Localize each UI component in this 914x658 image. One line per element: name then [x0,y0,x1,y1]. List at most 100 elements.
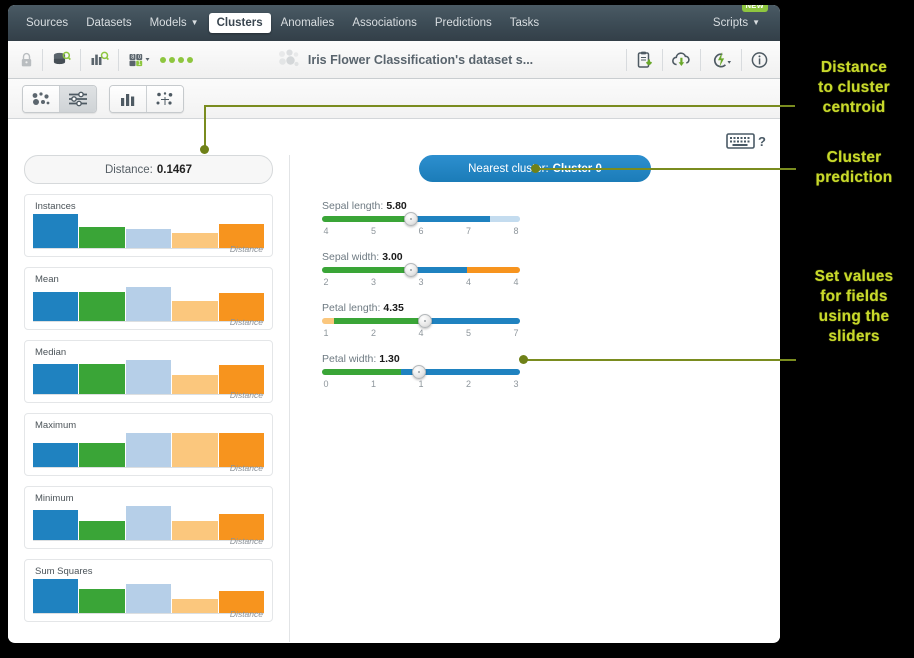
annotation-leader-distance-vertical [204,105,206,150]
card-title: Instances [35,201,76,212]
svg-text:8: 8 [131,55,134,61]
annotation-cluster-prediction: Cluster prediction [800,148,908,188]
slider-ticks: 1 2 4 5 7 [322,328,520,342]
slider-label-row: Sepal length: 5.80 [322,200,760,212]
cluster-scatter-view-button[interactable] [23,85,59,112]
flash-actions-icon[interactable] [710,51,732,69]
slider-thumb[interactable] [417,314,432,328]
card-axis-label: Distance [229,244,263,254]
help-question-mark: ? [758,133,766,149]
bar [125,506,172,540]
resource-title-group: Iris Flower Classification's dataset s..… [193,49,617,71]
slider-thumb[interactable] [404,212,419,226]
nav-label: Scripts [712,17,749,29]
slider-tick: 1 [418,379,424,389]
cluster-config-icon[interactable]: 8 0 1 [128,51,152,68]
dataset-search-icon[interactable] [52,51,71,68]
keyboard-shortcuts-help[interactable]: ? [726,131,766,151]
application-window: Sources Datasets Models ▼ Clusters Anomal… [8,5,780,643]
cluster-points-view-button[interactable] [146,85,183,112]
summary-left-panel: Distance: 0.1467 Instances Distance Mean… [8,155,290,642]
clipboard-download-icon[interactable] [636,51,653,69]
cluster-sliders-view-button[interactable]: BETA [59,85,96,112]
slider-tick: 3 [513,379,519,389]
card-title: Median [35,347,67,358]
cluster-histogram-view-button[interactable] [110,85,146,112]
nav-item-predictions[interactable]: Predictions [427,13,500,33]
metric-card-mean[interactable]: Mean Distance [24,267,273,330]
slider-track[interactable] [322,263,520,277]
slider-track[interactable] [322,365,520,379]
slider-track[interactable] [322,212,520,226]
card-title: Sum Squares [35,566,93,577]
nav-label: Sources [26,17,69,29]
status-dot [169,56,175,63]
bar [172,521,218,540]
nav-item-associations[interactable]: Associations [344,13,425,33]
nav-item-tasks[interactable]: Tasks [502,13,547,33]
annotation-dot-prediction [531,164,540,173]
metric-card-median[interactable]: Median Distance [24,340,273,403]
toolbar-divider [700,48,701,71]
info-icon[interactable] [751,51,768,69]
slider-thumb[interactable] [412,365,427,379]
slider-thumb[interactable] [404,263,419,277]
slider-tick: 5 [466,328,472,338]
annotation-dot-sliders [519,355,528,364]
main-navbar: Sources Datasets Models ▼ Clusters Anomal… [8,5,780,41]
bar [79,226,125,248]
bar [79,520,125,540]
cloud-download-icon[interactable] [672,51,691,69]
slider-segment [421,318,520,324]
annotation-line: for fields [820,288,888,305]
resource-title: Iris Flower Classification's dataset s..… [307,52,534,67]
annotation-line: Set values [814,268,894,285]
screenshot-root: Sources Datasets Models ▼ Clusters Anomal… [0,0,914,658]
toolbar-divider [741,48,742,71]
metric-card-maximum[interactable]: Maximum Distance [24,413,273,476]
annotation-leader-prediction [536,168,796,170]
model-search-icon[interactable] [90,51,109,68]
chevron-down-icon: ▼ [752,18,760,28]
bar [125,583,172,613]
status-dot [178,56,184,63]
slider-label: Sepal length: [322,200,384,212]
metric-card-instances[interactable]: Instances Distance [24,194,273,257]
metric-card-sum-squares[interactable]: Sum Squares Distance [24,559,273,622]
bar [79,292,125,321]
nav-item-datasets[interactable]: Datasets [78,13,139,33]
annotation-line: Distance [820,59,888,76]
distance-pill: Distance: 0.1467 [24,155,273,184]
view-group-secondary [109,84,184,113]
bar [79,442,125,467]
slider-value: 1.30 [379,353,400,365]
nav-label: Associations [352,17,417,29]
annotation-line: using the [818,308,890,325]
slider-segment [411,216,491,222]
slider-tick: 0 [323,379,329,389]
metric-card-minimum[interactable]: Minimum Distance [24,486,273,549]
resource-toolbar: 8 0 1 Iris Flower Classification's datas… [8,41,780,79]
prediction-right-panel: Nearest cluster: Cluster 0 Sepal length:… [290,155,780,642]
slider-label-row: Petal length: 4.35 [322,302,760,314]
bar [172,374,218,394]
nav-item-clusters[interactable]: Clusters [208,13,271,33]
slider-value: 4.35 [383,302,404,314]
scatter-points-icon [156,91,173,105]
lock-icon[interactable] [20,52,33,68]
nav-item-sources[interactable]: Sources [18,13,76,33]
slider-tick: 4 [466,277,472,287]
slider-tick: 2 [323,277,329,287]
svg-text:1: 1 [138,61,141,67]
nav-label: Predictions [434,17,492,29]
keyboard-icon [726,133,755,149]
nav-item-models[interactable]: Models ▼ [142,13,207,33]
nav-label: Clusters [216,17,263,29]
slider-track[interactable] [322,314,520,328]
nav-label: Anomalies [280,17,335,29]
bar [79,364,125,394]
slider-segment [322,318,334,324]
card-axis-label: Distance [229,390,263,400]
nav-item-anomalies[interactable]: Anomalies [273,13,343,33]
nav-item-scripts[interactable]: Scripts ▼ [705,13,768,33]
